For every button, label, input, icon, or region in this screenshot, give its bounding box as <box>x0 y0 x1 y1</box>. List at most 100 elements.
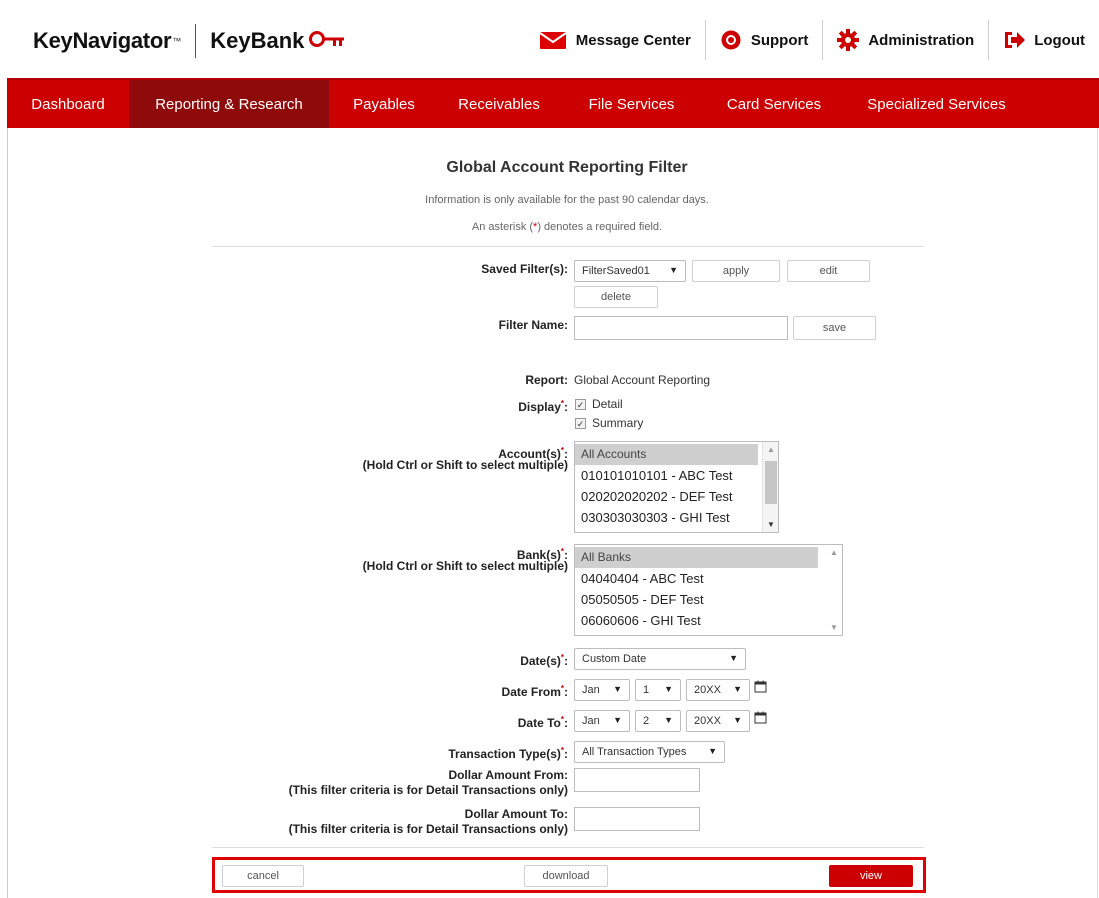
list-item[interactable]: 05050505 - DEF Test <box>575 589 842 610</box>
list-item[interactable]: 010101010101 - ABC Test <box>575 465 778 486</box>
list-item[interactable]: All Banks <box>575 547 818 568</box>
content-border-right <box>1097 128 1098 898</box>
main-nav: Dashboard Reporting & Research Payables … <box>7 78 1099 128</box>
transaction-types-value: All Transaction Types <box>582 746 687 758</box>
colon: : <box>564 716 568 730</box>
save-button[interactable]: save <box>793 316 876 340</box>
date-from-day: 1 <box>643 684 650 696</box>
chevron-down-icon: ▼ <box>613 684 622 694</box>
scroll-up-icon: ▲ <box>767 445 775 454</box>
saved-filters-label: Saved Filter(s): <box>481 262 568 276</box>
lifebuoy-icon <box>720 29 742 51</box>
display-detail-label: Detail <box>592 397 623 411</box>
list-item[interactable]: All Accounts <box>575 444 758 465</box>
dollar-to-input[interactable] <box>574 807 700 831</box>
message-center-link[interactable]: Message Center <box>525 20 705 60</box>
colon: : <box>564 400 568 414</box>
date-to-year-select[interactable]: 20XX ▼ <box>686 710 750 732</box>
utility-nav: Message Center Support Administration Lo… <box>525 14 1099 66</box>
divider-bottom <box>212 847 924 848</box>
colon: : <box>564 685 568 699</box>
administration-link[interactable]: Administration <box>822 20 988 60</box>
chevron-down-icon: ▼ <box>733 715 742 725</box>
chevron-down-icon: ▼ <box>669 265 678 275</box>
apply-button[interactable]: apply <box>692 260 780 282</box>
transaction-types-label: Transaction Type(s)*: <box>208 743 568 762</box>
accounts-listbox[interactable]: All Accounts 010101010101 - ABC Test 020… <box>574 441 779 533</box>
scroll-down-icon: ▼ <box>767 520 775 529</box>
chevron-down-icon: ▼ <box>664 715 673 725</box>
tab-card-services[interactable]: Card Services <box>704 80 844 128</box>
availability-note: Information is only available for the pa… <box>425 194 709 206</box>
tab-receivables[interactable]: Receivables <box>439 80 559 128</box>
dates-label: Date(s)*: <box>208 650 568 669</box>
chevron-down-icon: ▼ <box>708 746 717 756</box>
divider-top <box>212 246 924 247</box>
message-center-label: Message Center <box>575 31 691 49</box>
banks-scrollbar[interactable]: ▲ ▼ <box>826 545 842 635</box>
brand-logo[interactable]: KeyNavigator ™ KeyBank <box>33 24 346 58</box>
content-border-left <box>7 128 8 898</box>
display-label: Display*: <box>208 396 568 415</box>
dollar-from-input[interactable] <box>574 768 700 792</box>
date-from-label: Date From*: <box>208 681 568 700</box>
dollar-from-label: Dollar Amount From: <box>448 768 568 782</box>
dates-select[interactable]: Custom Date ▼ <box>574 648 746 670</box>
logout-icon <box>1003 30 1026 50</box>
edit-button[interactable]: edit <box>787 260 870 282</box>
date-from-day-select[interactable]: 1 ▼ <box>635 679 681 701</box>
transaction-types-label-text: Transaction Type(s) <box>448 747 561 761</box>
scroll-down-icon: ▼ <box>830 623 838 632</box>
scroll-up-icon: ▲ <box>830 548 838 557</box>
filter-name-label: Filter Name: <box>498 318 568 332</box>
tab-payables[interactable]: Payables <box>329 80 439 128</box>
calendar-icon[interactable] <box>754 680 767 698</box>
scroll-thumb[interactable] <box>765 461 777 504</box>
date-to-month-select[interactable]: Jan ▼ <box>574 710 630 732</box>
trademark-symbol: ™ <box>172 36 182 46</box>
logout-link[interactable]: Logout <box>988 20 1099 60</box>
saved-filter-value: FilterSaved01 <box>582 265 650 277</box>
list-item[interactable]: 06060606 - GHI Test <box>575 610 842 631</box>
tab-specialized-services[interactable]: Specialized Services <box>844 80 1029 128</box>
accounts-scrollbar[interactable]: ▲ ▼ <box>762 442 778 532</box>
colon: : <box>564 747 568 761</box>
filter-name-input[interactable] <box>574 316 788 340</box>
date-to-day-select[interactable]: 2 ▼ <box>635 710 681 732</box>
required-note: An asterisk (*) denotes a required field… <box>0 221 1099 233</box>
list-item[interactable]: 030303030303 - GHI Test <box>575 507 778 528</box>
date-from-year-select[interactable]: 20XX ▼ <box>686 679 750 701</box>
page-title: Global Account Reporting Filter <box>446 159 688 176</box>
transaction-types-select[interactable]: All Transaction Types ▼ <box>574 741 725 763</box>
calendar-icon[interactable] <box>754 711 767 729</box>
banks-listbox[interactable]: All Banks 04040404 - ABC Test 05050505 -… <box>574 544 843 636</box>
tab-file-services[interactable]: File Services <box>559 80 704 128</box>
list-item[interactable]: 04040404 - ABC Test <box>575 568 842 589</box>
date-from-year: 20XX <box>694 684 721 696</box>
checkbox-checked-icon: ✓ <box>575 398 586 410</box>
gear-icon <box>837 29 860 51</box>
support-label: Support <box>750 31 809 49</box>
chevron-down-icon: ▼ <box>613 715 622 725</box>
date-from-month-select[interactable]: Jan ▼ <box>574 679 630 701</box>
date-from-month: Jan <box>582 684 600 696</box>
logout-label: Logout <box>1034 31 1085 49</box>
support-link[interactable]: Support <box>704 20 823 60</box>
chevron-down-icon: ▼ <box>729 653 738 663</box>
saved-filter-select[interactable]: FilterSaved01 ▼ <box>574 260 686 282</box>
report-value: Global Account Reporting <box>574 373 711 387</box>
display-summary-checkbox[interactable]: ✓ Summary <box>575 416 643 430</box>
highlight-box <box>212 857 926 893</box>
list-item[interactable]: 020202020202 - DEF Test <box>575 486 778 507</box>
display-detail-checkbox[interactable]: ✓ Detail <box>575 397 623 411</box>
tab-reporting-research[interactable]: Reporting & Research <box>129 80 329 128</box>
display-summary-label: Summary <box>592 416 644 430</box>
key-logo-icon <box>308 29 346 54</box>
dollar-to-hint: (This filter criteria is for Detail Tran… <box>288 822 568 836</box>
delete-button[interactable]: delete <box>574 286 658 308</box>
checkbox-checked-icon: ✓ <box>575 417 586 429</box>
tab-dashboard[interactable]: Dashboard <box>7 80 129 128</box>
display-label-text: Display <box>518 400 561 414</box>
date-to-year: 20XX <box>694 715 721 727</box>
dates-label-text: Date(s) <box>520 654 561 668</box>
